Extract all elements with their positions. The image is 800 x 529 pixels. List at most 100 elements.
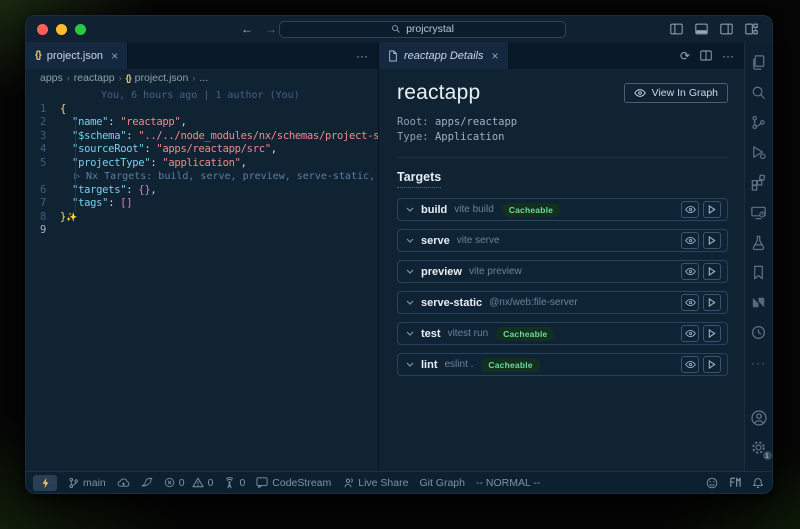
search-icon <box>391 24 401 34</box>
breadcrumb-symbol[interactable]: ... <box>199 72 208 84</box>
search-icon[interactable] <box>747 80 771 105</box>
close-tab-icon[interactable]: × <box>492 49 499 63</box>
chevron-down-icon[interactable] <box>406 331 414 336</box>
title-bar: ← → projcrystal <box>26 16 772 42</box>
account-icon[interactable] <box>747 405 771 430</box>
more-editor-actions-icon[interactable]: ··· <box>722 49 734 63</box>
show-config-button[interactable] <box>681 232 699 249</box>
line-number: 7 <box>26 197 60 211</box>
target-row-preview[interactable]: preview vite preview <box>397 260 728 283</box>
run-target-button[interactable] <box>703 294 721 311</box>
forward-arrow-icon[interactable]: → <box>265 22 277 36</box>
close-window-button[interactable] <box>37 24 48 35</box>
type-value: Application <box>435 131 505 143</box>
command-center-search[interactable]: projcrystal <box>279 21 566 38</box>
back-arrow-icon[interactable]: ← <box>241 22 253 36</box>
target-row-lint[interactable]: lint eslint . Cacheable <box>397 353 728 376</box>
show-config-button[interactable] <box>681 325 699 342</box>
additional-views-icon[interactable]: ··· <box>747 350 771 375</box>
show-config-button[interactable] <box>681 294 699 311</box>
branch-icon <box>68 477 79 489</box>
toggle-secondary-sidebar-icon[interactable] <box>720 23 733 35</box>
show-config-button[interactable] <box>681 201 699 218</box>
view-in-graph-button[interactable]: View In Graph <box>624 83 728 103</box>
play-icon <box>708 360 716 369</box>
formatter-status-item[interactable] <box>729 477 741 488</box>
customize-layout-icon[interactable] <box>745 23 758 35</box>
chevron-right-icon: › <box>119 73 122 83</box>
copilot-bird-item[interactable] <box>141 477 153 488</box>
maximize-window-button[interactable] <box>75 24 86 35</box>
notifications-bell-item[interactable] <box>752 477 764 489</box>
status-bar: main 0 0 0 CodeStream Live Share Git Gra… <box>26 471 772 493</box>
close-tab-icon[interactable]: × <box>111 49 118 63</box>
smiley-icon <box>706 477 718 489</box>
target-row-serve[interactable]: serve vite serve <box>397 229 728 252</box>
eye-icon <box>634 88 646 98</box>
chevron-down-icon[interactable] <box>406 362 414 367</box>
code-editor[interactable]: You, 6 hours ago | 1 author (You) 1{ 2 "… <box>26 87 378 471</box>
cacheable-badge: Cacheable <box>496 327 554 341</box>
settings-gear-icon[interactable]: 1 <box>747 435 771 460</box>
codestream-item[interactable]: CodeStream <box>256 477 331 489</box>
vim-mode-indicator[interactable]: -- NORMAL -- <box>476 477 540 489</box>
nx-console-icon[interactable] <box>747 290 771 315</box>
remote-indicator[interactable] <box>33 475 57 491</box>
show-config-button[interactable] <box>681 356 699 373</box>
chevron-down-icon[interactable] <box>406 207 414 212</box>
sparkle-icon[interactable]: ✨ <box>66 213 77 223</box>
run-target-button[interactable] <box>703 232 721 249</box>
play-icon <box>708 329 716 338</box>
targets-heading: Targets <box>397 170 441 188</box>
bolt-icon <box>41 477 50 489</box>
show-config-button[interactable] <box>681 263 699 280</box>
line-number: 6 <box>26 184 60 198</box>
run-target-button[interactable] <box>703 201 721 218</box>
chevron-down-icon[interactable] <box>406 269 414 274</box>
problems-item[interactable]: 0 0 <box>164 477 214 489</box>
source-control-icon[interactable] <box>747 110 771 135</box>
warning-icon <box>192 477 204 488</box>
refresh-icon[interactable]: ⟳ <box>680 49 690 63</box>
git-branch-item[interactable]: main <box>68 477 106 489</box>
breadcrumb-apps[interactable]: apps <box>40 72 63 84</box>
testing-beaker-icon[interactable] <box>747 230 771 255</box>
cacheable-badge: Cacheable <box>481 358 539 372</box>
run-target-button[interactable] <box>703 325 721 342</box>
minimize-window-button[interactable] <box>56 24 67 35</box>
run-target-button[interactable] <box>703 263 721 280</box>
target-row-test[interactable]: test vitest run Cacheable <box>397 322 728 345</box>
layout-controls <box>670 23 758 35</box>
eye-icon <box>685 205 696 214</box>
bookmarks-icon[interactable] <box>747 260 771 285</box>
tab-project-json[interactable]: {} project.json × <box>26 42 128 69</box>
target-row-serve-static[interactable]: serve-static @nx/web:file-server <box>397 291 728 314</box>
extensions-icon[interactable] <box>747 170 771 195</box>
history-icon[interactable] <box>747 320 771 345</box>
breadcrumb-project-json[interactable]: project.json <box>135 72 189 84</box>
git-graph-item[interactable]: Git Graph <box>419 477 465 489</box>
publish-changes-item[interactable] <box>117 477 130 488</box>
feedback-smiley-item[interactable] <box>706 477 718 489</box>
run-and-debug-icon[interactable] <box>747 140 771 165</box>
ports-item[interactable]: 0 <box>224 477 245 489</box>
toggle-panel-icon[interactable] <box>695 23 708 35</box>
chevron-down-icon[interactable] <box>406 238 414 243</box>
chevron-down-icon[interactable] <box>406 300 414 305</box>
tab-reactapp-details[interactable]: reactapp Details × <box>379 42 509 69</box>
more-editor-actions-icon[interactable]: ··· <box>356 49 368 63</box>
codestream-icon <box>256 477 268 488</box>
breadcrumb[interactable]: apps › reactapp › {} project.json › ... <box>26 69 378 87</box>
toggle-primary-sidebar-icon[interactable] <box>670 23 683 35</box>
target-row-build[interactable]: build vite build Cacheable <box>397 198 728 221</box>
breadcrumb-reactapp[interactable]: reactapp <box>74 72 115 84</box>
remote-explorer-icon[interactable] <box>747 200 771 225</box>
line-number: 1 <box>26 103 60 117</box>
explorer-icon[interactable] <box>747 50 771 75</box>
split-editor-icon[interactable] <box>700 50 712 61</box>
nx-targets-codelens[interactable]: ▷ Nx Targets: build, serve, preview, ser… <box>26 170 378 184</box>
live-share-item[interactable]: Live Share <box>342 477 408 489</box>
run-target-button[interactable] <box>703 356 721 373</box>
activity-bar: ··· 1 <box>744 42 772 471</box>
command-center-text: projcrystal <box>406 23 454 35</box>
